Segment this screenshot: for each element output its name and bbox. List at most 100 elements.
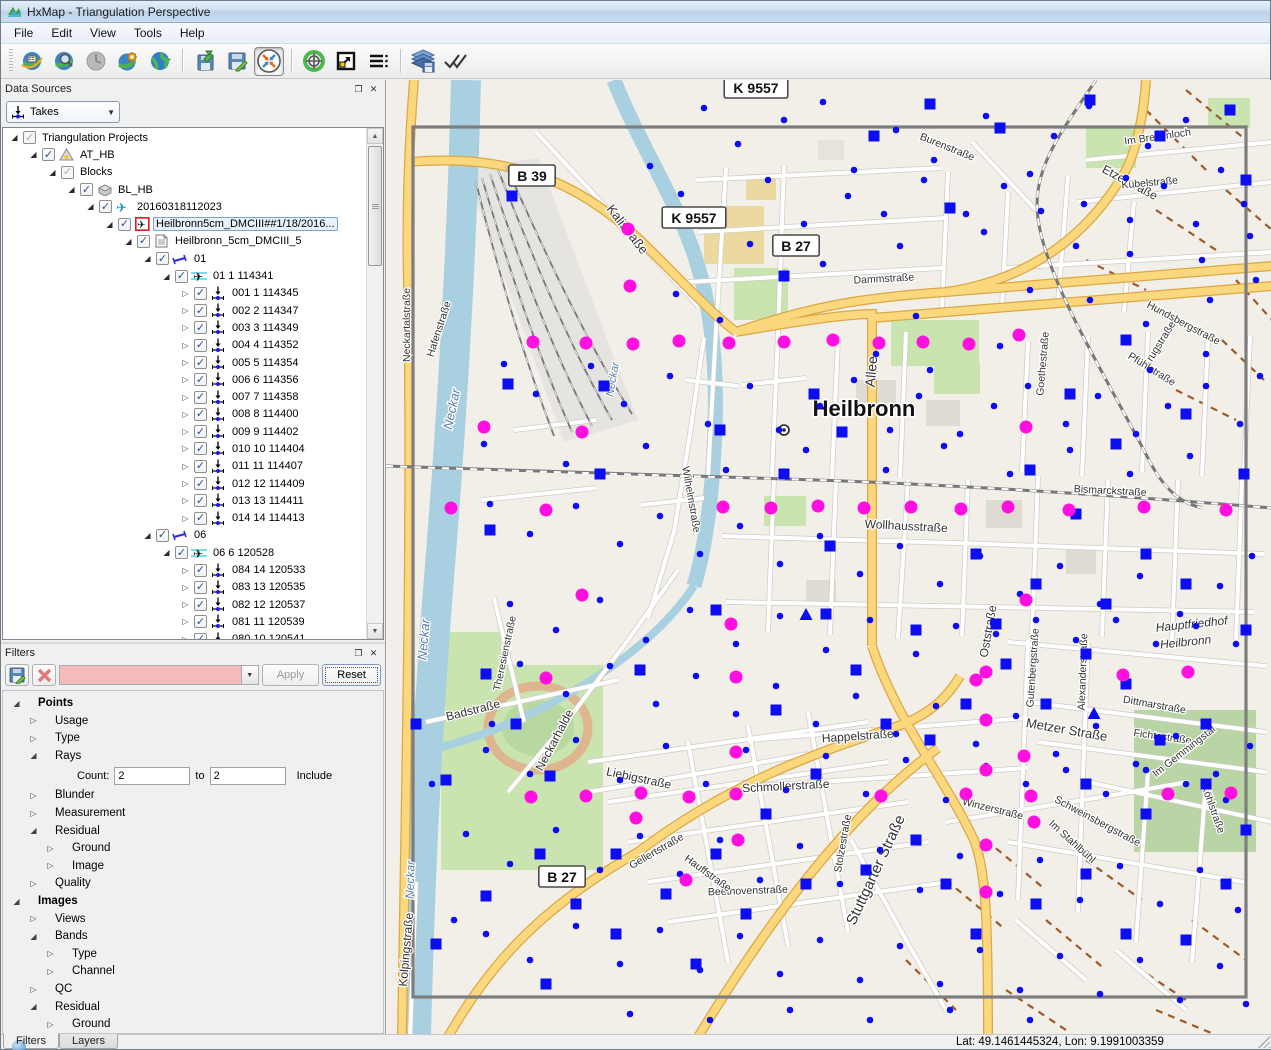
image-center-square[interactable] xyxy=(779,271,790,282)
tie-point-dot[interactable] xyxy=(1073,243,1080,250)
checkbox[interactable]: ✓ xyxy=(118,218,131,231)
tie-point-dot[interactable] xyxy=(588,363,595,370)
image-center-square[interactable] xyxy=(599,381,610,392)
control-point-circle[interactable] xyxy=(1220,504,1233,517)
tie-point-dot[interactable] xyxy=(917,887,924,894)
tie-point-dot[interactable] xyxy=(527,771,534,778)
tie-point-dot[interactable] xyxy=(1177,611,1184,618)
image-center-square[interactable] xyxy=(1181,935,1192,946)
image-center-square[interactable] xyxy=(1155,735,1166,746)
filter-name-combobox[interactable]: ▼ xyxy=(59,665,259,685)
tie-point-dot[interactable] xyxy=(717,837,724,844)
tie-point-dot[interactable] xyxy=(1057,563,1064,570)
menu-item-tools[interactable]: Tools xyxy=(125,24,171,42)
checkbox[interactable]: ✓ xyxy=(175,546,188,559)
tie-point-dot[interactable] xyxy=(817,533,824,540)
tie-point-dot[interactable] xyxy=(597,597,604,604)
tie-point-dot[interactable] xyxy=(1173,733,1180,740)
resize-grip[interactable] xyxy=(1258,1036,1270,1048)
collapse-icon[interactable]: ◢ xyxy=(28,932,39,941)
tree-row-label[interactable]: 20160318112023 xyxy=(134,200,225,214)
tree-row-083-13-120535[interactable]: ▷✓083 13 120535 xyxy=(3,579,366,596)
tree-row-009-9-114402[interactable]: ▷✓009 9 114402 xyxy=(3,423,366,440)
filter-row-measurement[interactable]: ▷Measurement xyxy=(3,804,383,822)
tree-row-004-4-114352[interactable]: ▷✓004 4 114352 xyxy=(3,337,366,354)
double-check-button[interactable] xyxy=(440,47,470,76)
tie-point-dot[interactable] xyxy=(1147,367,1154,374)
image-center-square[interactable] xyxy=(535,849,546,860)
control-point-circle[interactable] xyxy=(1020,421,1033,434)
tie-point-dot[interactable] xyxy=(947,1007,954,1014)
image-center-square[interactable] xyxy=(1241,825,1252,836)
control-point-circle[interactable] xyxy=(917,336,930,349)
tie-point-dot[interactable] xyxy=(617,777,624,784)
tie-point-dot[interactable] xyxy=(533,391,540,398)
checkbox[interactable]: ✓ xyxy=(194,321,207,334)
tie-point-dot[interactable] xyxy=(1157,901,1164,908)
expand-icon[interactable]: ▷ xyxy=(180,289,191,298)
tie-point-dot[interactable] xyxy=(823,647,830,654)
close-panel-icon[interactable]: ✕ xyxy=(366,647,381,660)
tree-row-008-8-114400[interactable]: ▷✓008 8 114400 xyxy=(3,406,366,423)
image-center-square[interactable] xyxy=(837,427,848,438)
collapse-icon[interactable]: ◢ xyxy=(66,185,77,194)
image-center-square[interactable] xyxy=(971,929,982,940)
tie-point-dot[interactable] xyxy=(777,613,784,620)
takes-dropdown[interactable]: Takes ▼ xyxy=(6,101,120,123)
tie-point-dot[interactable] xyxy=(777,971,784,978)
tie-point-dot[interactable] xyxy=(1197,867,1204,874)
image-center-square[interactable] xyxy=(541,979,552,990)
tree-row-013-13-114411[interactable]: ▷✓013 13 114411 xyxy=(3,492,366,509)
collapse-icon[interactable]: ◢ xyxy=(142,531,153,540)
tree-row-label[interactable]: 083 13 120535 xyxy=(229,580,308,594)
tie-point-dot[interactable] xyxy=(1203,351,1210,358)
collapse-icon[interactable]: ◢ xyxy=(47,168,58,177)
tie-point-dot[interactable] xyxy=(893,127,900,134)
tie-point-dot[interactable] xyxy=(1097,991,1104,998)
tree-row-006-6-114356[interactable]: ▷✓006 6 114356 xyxy=(3,371,366,388)
tie-point-dot[interactable] xyxy=(563,461,570,468)
expand-icon[interactable]: ▷ xyxy=(45,1020,56,1029)
collapse-icon[interactable]: ◢ xyxy=(28,751,39,760)
tree-row-084-14-120533[interactable]: ▷✓084 14 120533 xyxy=(3,561,366,578)
tree-row-label[interactable]: 012 12 114409 xyxy=(229,477,308,491)
tie-point-dot[interactable] xyxy=(916,393,923,400)
filter-row-type[interactable]: ▷Type xyxy=(3,730,383,748)
tie-point-dot[interactable] xyxy=(1257,373,1264,380)
tree-row-06-6-120528[interactable]: ◢✓✈06 6 120528 xyxy=(3,544,366,561)
tree-row-label[interactable]: 080 10 120541 xyxy=(229,632,308,639)
expand-icon[interactable]: ▷ xyxy=(180,462,191,471)
tree-row-label[interactable]: 006 6 114356 xyxy=(229,373,301,387)
tie-point-dot[interactable] xyxy=(927,367,934,374)
tie-point-dot[interactable] xyxy=(953,623,960,630)
image-center-square[interactable] xyxy=(869,131,880,142)
tie-point-dot[interactable] xyxy=(977,947,984,954)
control-point-circle[interactable] xyxy=(622,223,635,236)
tie-point-dot[interactable] xyxy=(957,853,964,860)
image-center-square[interactable] xyxy=(801,879,812,890)
tree-row-label[interactable]: 081 11 120539 xyxy=(229,615,308,629)
control-point-circle[interactable] xyxy=(1002,501,1015,514)
image-center-square[interactable] xyxy=(481,891,492,902)
map-view[interactable]: NeckartalstraßeHafenstraßeKalistraßeWilh… xyxy=(386,80,1271,1036)
tie-point-dot[interactable] xyxy=(813,721,820,728)
image-center-square[interactable] xyxy=(925,99,936,110)
expand-icon[interactable]: ▷ xyxy=(180,514,191,523)
rays-count-to-input[interactable] xyxy=(210,767,286,785)
image-center-square[interactable] xyxy=(761,809,772,820)
filter-dropdown-arrow-icon[interactable]: ▼ xyxy=(241,666,258,684)
expand-icon[interactable]: ▷ xyxy=(180,323,191,332)
filter-row-bands[interactable]: ◢Bands xyxy=(3,927,383,945)
checkbox[interactable]: ✓ xyxy=(194,581,207,594)
control-point-circle[interactable] xyxy=(478,421,491,434)
tie-point-dot[interactable] xyxy=(1033,617,1040,624)
collapse-icon[interactable]: ◢ xyxy=(11,897,22,906)
image-center-square[interactable] xyxy=(1041,699,1052,710)
image-center-square[interactable] xyxy=(571,899,582,910)
tie-point-dot[interactable] xyxy=(747,241,754,248)
expand-icon[interactable]: ▷ xyxy=(180,427,191,436)
tree-row-label[interactable]: 003 3 114349 xyxy=(229,321,301,335)
image-center-square[interactable] xyxy=(1239,469,1250,480)
tie-point-dot[interactable] xyxy=(617,541,624,548)
filter-row-ground[interactable]: ▷Ground xyxy=(3,839,383,857)
